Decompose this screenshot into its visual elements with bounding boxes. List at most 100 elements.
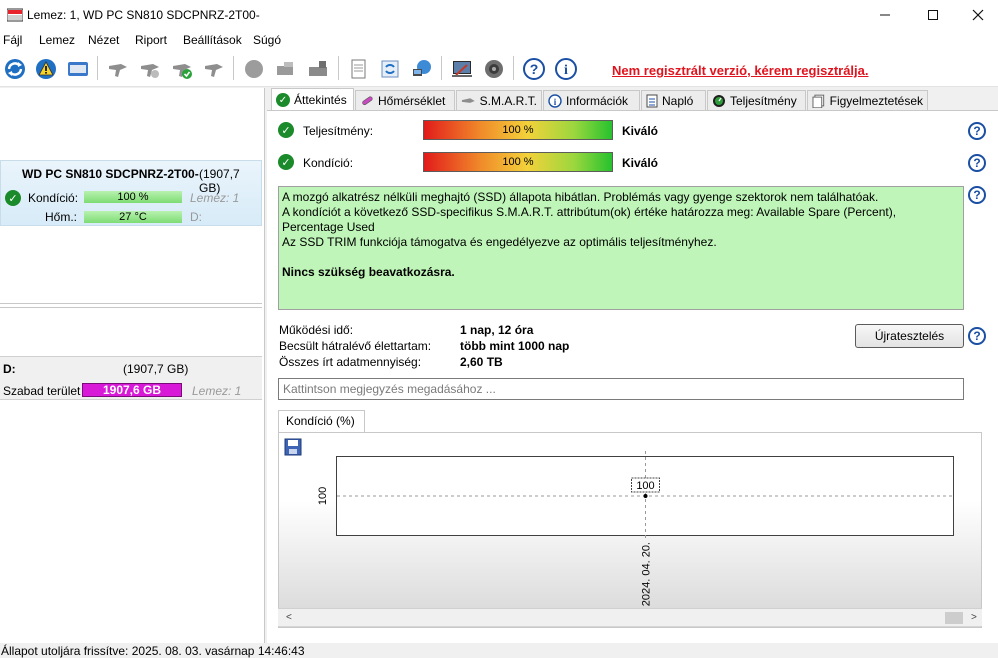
lifetime-label: Becsült hátralévő élettartam: — [279, 339, 432, 353]
speaker-icon[interactable] — [480, 55, 508, 83]
chart-y-tick-label: 100 — [317, 487, 329, 505]
refresh-icon[interactable] — [1, 55, 29, 83]
menu-settings[interactable]: Beállítások — [183, 33, 242, 47]
disk-condition-bar: 100 % — [84, 191, 182, 203]
tab-temperature[interactable]: Hőmérséklet — [355, 90, 455, 110]
tab-performance[interactable]: Teljesítmény — [707, 90, 806, 110]
sync-icon[interactable] — [376, 55, 404, 83]
performance-bar: 100 % — [423, 120, 613, 140]
info-recommendation: Nincs szükség beavatkozásra. — [282, 265, 455, 279]
tab-alerts-label: Figyelmeztetések — [829, 93, 923, 108]
tab-overview[interactable]: ✓ Áttekintés — [271, 88, 354, 111]
menu-bar: Fájl Lemez Nézet Riport Beállítások Súgó — [0, 30, 998, 50]
lifetime-value: több mint 1000 nap — [460, 339, 570, 353]
disk-number: Lemez: 1 — [190, 191, 240, 205]
retest-button[interactable]: Újratesztelés — [855, 324, 964, 348]
written-label: Összes írt adatmennyiség: — [279, 355, 422, 369]
tab-alerts[interactable]: Figyelmeztetések — [807, 90, 928, 110]
status-bar: Állapot utoljára frissítve: 2025. 08. 03… — [0, 643, 998, 658]
free-space-label: Szabad terület — [3, 384, 81, 398]
register-warning-link[interactable]: Nem regisztrált verzió, kérem regisztrál… — [612, 63, 869, 78]
performance-rating: Kiváló — [622, 124, 659, 138]
tab-smart[interactable]: S.M.A.R.T. — [456, 90, 542, 110]
scroll-right-icon[interactable]: > — [971, 612, 977, 623]
tool-gray-3-icon[interactable] — [200, 55, 228, 83]
partition-card[interactable]: D: (1907,7 GB) Szabad terület 1907,6 GB … — [0, 356, 262, 400]
svg-text:?: ? — [530, 61, 539, 77]
toolbar-separator — [513, 56, 514, 80]
menu-help[interactable]: Súgó — [253, 33, 281, 47]
disk-icon[interactable] — [64, 55, 92, 83]
tool-gray-icon[interactable] — [104, 55, 132, 83]
chart-x-tick-label: 2024. 04. 20. — [641, 542, 653, 606]
note-input[interactable]: Kattintson megjegyzés megadásához ... — [278, 378, 964, 400]
document-icon[interactable] — [344, 55, 372, 83]
settings-icon[interactable] — [448, 55, 476, 83]
svg-text:i: i — [564, 63, 568, 78]
tab-temperature-label: Hőmérséklet — [378, 93, 446, 108]
info-line: A mozgó alkatrész nélküli meghajtó (SSD)… — [282, 190, 879, 204]
menu-file[interactable]: Fájl — [3, 33, 22, 47]
status-info-box: A mozgó alkatrész nélküli meghajtó (SSD)… — [278, 186, 964, 310]
disk-card[interactable]: WD PC SN810 SDCPNRZ-2T00- (1907,7 GB) ✓ … — [0, 160, 262, 226]
check-icon: ✓ — [276, 93, 290, 107]
help-icon[interactable]: ? — [968, 154, 986, 172]
drive-gray-2-icon[interactable] — [304, 55, 332, 83]
app-logo-icon — [7, 8, 23, 22]
check-icon: ✓ — [5, 190, 21, 206]
window-title: Lemez: 1, WD PC SN810 SDCPNRZ-2T00- — [27, 8, 260, 22]
tab-overview-label: Áttekintés — [294, 93, 347, 107]
tab-log-label: Napló — [662, 93, 694, 108]
check-icon: ✓ — [278, 154, 294, 170]
tool-gray-2-icon[interactable] — [136, 55, 164, 83]
info-line: Az SSD TRIM funkciója támogatva és enged… — [282, 235, 717, 249]
uptime-label: Működési idő: — [279, 323, 354, 337]
toolbar-separator — [338, 56, 339, 80]
menu-view[interactable]: Nézet — [88, 33, 119, 47]
toolbar-separator — [233, 56, 234, 80]
maximize-icon[interactable] — [910, 0, 956, 30]
minimize-icon[interactable] — [862, 0, 908, 30]
disk-drive-letter: D: — [190, 210, 202, 224]
left-panel: WD PC SN810 SDCPNRZ-2T00- (1907,7 GB) ✓ … — [0, 88, 265, 643]
drive-gray-icon[interactable] — [272, 55, 300, 83]
help-icon[interactable]: ? — [968, 327, 986, 345]
thermometer-icon — [362, 95, 373, 105]
scroll-left-icon[interactable]: < — [286, 612, 292, 623]
menu-disk[interactable]: Lemez — [39, 33, 75, 47]
tab-information[interactable]: i Információk — [543, 90, 640, 110]
divider — [0, 307, 262, 308]
info-icon[interactable]: i — [552, 55, 580, 83]
log-icon — [646, 94, 658, 107]
check-icon: ✓ — [278, 122, 294, 138]
help-icon[interactable]: ? — [520, 55, 548, 83]
partition-size: (1907,7 GB) — [123, 362, 189, 376]
menu-report[interactable]: Riport — [135, 33, 167, 47]
condition-label: Kondíció: — [303, 156, 354, 170]
info-icon: i — [548, 93, 562, 108]
partition-letter: D: — [3, 362, 16, 376]
circle-gray-icon[interactable] — [240, 55, 268, 83]
performance-label: Teljesítmény: — [303, 124, 374, 138]
info-line: A kondíciót a következő SSD-specifikus S… — [282, 205, 897, 234]
chart-axis-labels: 100 2024. 04. 20. — [317, 487, 653, 606]
disk-icon — [461, 97, 475, 103]
help-icon[interactable]: ? — [968, 186, 986, 204]
scrollbar-thumb[interactable] — [945, 612, 963, 624]
status-text: Állapot utoljára frissítve: 2025. 08. 03… — [1, 644, 305, 658]
chart-tab-label: Kondíció (%) — [286, 414, 355, 428]
help-icon[interactable]: ? — [968, 122, 986, 140]
divider — [0, 303, 262, 304]
toolbar-separator — [441, 56, 442, 80]
chart-horizontal-scrollbar[interactable]: < > — [278, 608, 982, 626]
condition-bar: 100 % — [423, 152, 613, 172]
tool-check-icon[interactable] — [168, 55, 196, 83]
free-space-bar: 1907,6 GB — [82, 383, 182, 397]
toolbar: ? i Nem regisztrált verzió, kérem regisz… — [0, 50, 998, 87]
warning-icon[interactable] — [32, 55, 60, 83]
close-icon[interactable] — [955, 0, 998, 30]
network-icon[interactable] — [408, 55, 436, 83]
chart-tab-condition[interactable]: Kondíció (%) — [278, 410, 365, 433]
partition-disk-number: Lemez: 1 — [192, 384, 242, 398]
tab-log[interactable]: Napló — [641, 90, 706, 110]
